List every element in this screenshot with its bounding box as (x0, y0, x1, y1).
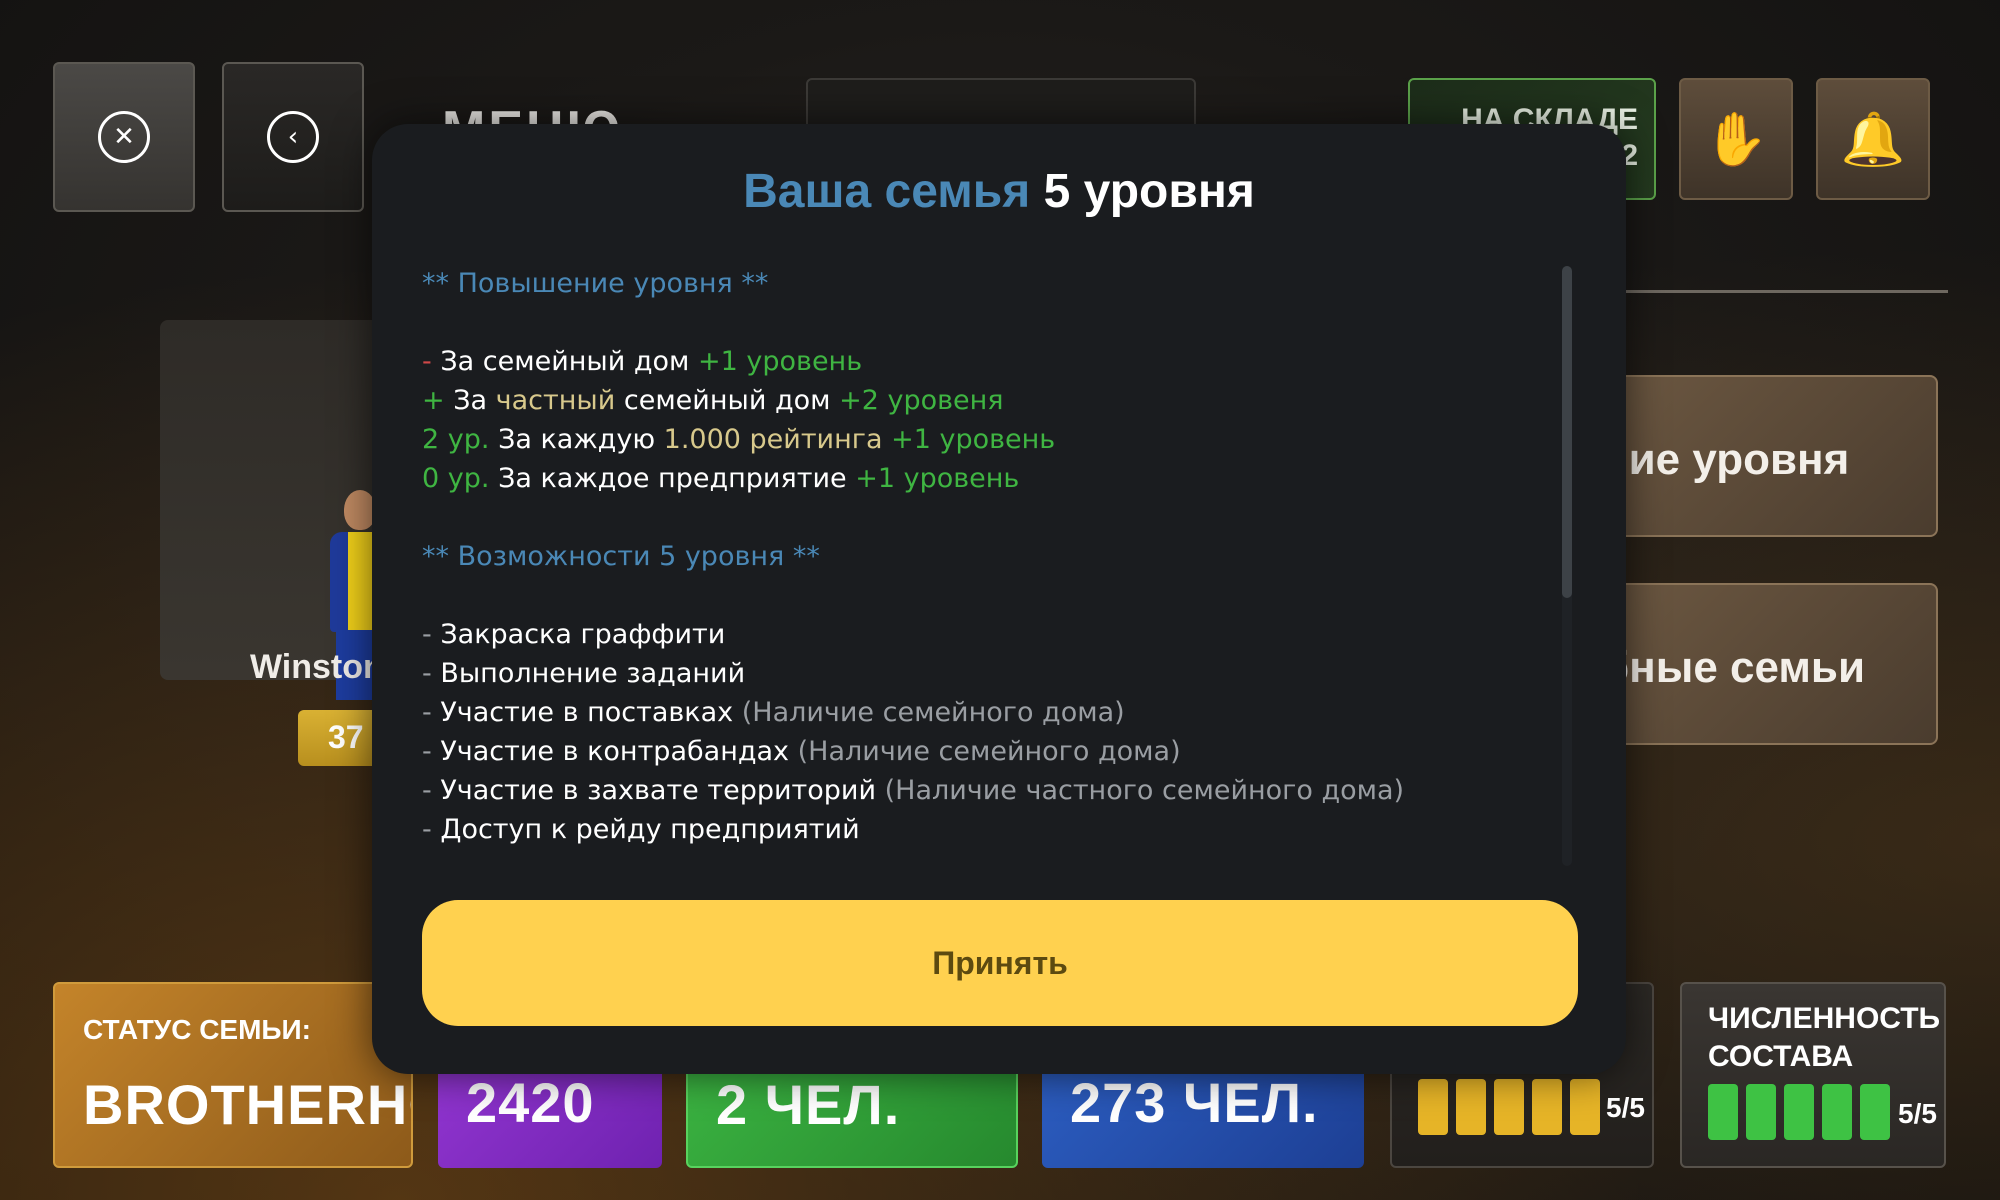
family-status-label: СТАТУС СЕМЬИ: (83, 1014, 312, 1045)
rating-value: 2420 (466, 1071, 595, 1134)
rule-prefix: 2 ур. (422, 424, 490, 455)
feature-dash: - (422, 736, 432, 767)
yellow-bar (1532, 1079, 1562, 1135)
back-button[interactable]: ‹ (222, 62, 364, 212)
rule-bonus: +1 уровень (891, 424, 1056, 455)
yellow-bar (1418, 1079, 1448, 1135)
feature-text: Доступ к рейду предприятий (440, 814, 860, 845)
feature-note: (Наличие семейного дома) (797, 736, 1181, 767)
accept-button[interactable]: Принять (422, 900, 1578, 1026)
rule-bonus: +1 уровень (698, 346, 863, 377)
feature-line: - Участие в контрабандах (Наличие семейн… (422, 732, 1552, 771)
rule-text: За каждую (498, 424, 656, 455)
modal-title-part2: 5 уровня (1043, 165, 1255, 218)
online-value: 2 ЧЕЛ. (716, 1073, 901, 1136)
feature-dash: - (422, 775, 432, 806)
yellow-bar (1494, 1079, 1524, 1135)
rule-line: 0 ур. За каждое предприятие +1 уровень (422, 459, 1552, 498)
divider (1620, 290, 1948, 293)
rule-bonus: +1 уровень (855, 463, 1020, 494)
team-bar (1708, 1084, 1738, 1140)
rule-line: - За семейный дом +1 уровень (422, 342, 1552, 381)
close-button[interactable]: ✕ (53, 62, 195, 212)
modal-scrollbar[interactable] (1562, 266, 1572, 866)
modal-title: Ваша семья 5 уровня (372, 164, 1626, 219)
notifications-button[interactable]: 🔔 (1816, 78, 1930, 200)
modal-body[interactable]: ** Повышение уровня ** - За семейный дом… (422, 264, 1552, 984)
feature-line: - Участие в захвате территорий (Наличие … (422, 771, 1552, 810)
rule-prefix: 0 ур. (422, 463, 490, 494)
feature-line: - Выполнение заданий (422, 654, 1552, 693)
feature-text: Участие в контрабандах (440, 736, 790, 767)
rule-text: За семейный дом (440, 346, 690, 377)
feature-line: - Участие в поставках (Наличие семейного… (422, 693, 1552, 732)
feature-dash: - (422, 619, 432, 650)
section-title-level-up: ** Повышение уровня ** (422, 268, 769, 299)
yellow-bars-count: 5/5 (1606, 1092, 1645, 1123)
yellow-bar (1570, 1079, 1600, 1135)
rule-prefix: - (422, 346, 432, 377)
team-bar (1784, 1084, 1814, 1140)
hand-card-button[interactable]: ✋ (1679, 78, 1793, 200)
bell-icon: 🔔 (1840, 109, 1906, 170)
team-bars (1708, 1084, 1890, 1140)
feature-note: (Наличие частного семейного дома) (884, 775, 1405, 806)
yellow-bar (1456, 1079, 1486, 1135)
rule-line: + За частный семейный дом +2 уровеня (422, 381, 1552, 420)
feature-line: - Доступ к рейду предприятий (422, 810, 1552, 849)
feature-text: Закраска граффити (440, 619, 726, 650)
level-up-button-label: ние уровня (1602, 435, 1850, 484)
feature-text: Выполнение заданий (440, 658, 746, 689)
hand-card-icon: ✋ (1703, 109, 1769, 170)
rule-highlight: 1.000 рейтинга (663, 424, 883, 455)
feature-line: - Закраска граффити (422, 615, 1552, 654)
team-bar (1822, 1084, 1852, 1140)
team-size-card: ЧИСЛЕННОСТЬ СОСТАВА 5/5 (1680, 982, 1946, 1168)
yellow-bars (1418, 1079, 1600, 1135)
team-size-label-line2: СОСТАВА (1708, 1040, 1854, 1073)
modal-title-part1: Ваша семья (743, 165, 1031, 218)
team-bar (1746, 1084, 1776, 1140)
feature-note: (Наличие семейного дома) (741, 697, 1125, 728)
close-icon: ✕ (98, 111, 150, 163)
feature-dash: - (422, 658, 432, 689)
rule-text: семейный дом (623, 385, 831, 416)
feature-dash: - (422, 814, 432, 845)
family-status-card: СТАТУС СЕМЬИ: BROTHERHOOD (53, 982, 413, 1168)
section-title-features: ** Возможности 5 уровня ** (422, 541, 820, 572)
family-status-value: BROTHERHOOD (83, 1073, 411, 1136)
team-bars-count: 5/5 (1898, 1098, 1937, 1129)
modal-scrollbar-thumb[interactable] (1562, 266, 1572, 598)
rule-text: За (453, 385, 488, 416)
feature-text: Участие в поставках (440, 697, 734, 728)
chevron-left-icon: ‹ (267, 111, 319, 163)
families-button-label: бные семьи (1602, 643, 1866, 692)
family-level-modal: Ваша семья 5 уровня ** Повышение уровня … (372, 124, 1626, 1074)
rule-text: За каждое предприятие (498, 463, 847, 494)
rule-line: 2 ур. За каждую 1.000 рейтинга +1 уровен… (422, 420, 1552, 459)
team-bar (1860, 1084, 1890, 1140)
feature-text: Участие в захвате территорий (440, 775, 877, 806)
team-size-label: ЧИСЛЕННОСТЬ СОСТАВА (1708, 1000, 1940, 1076)
rule-prefix: + (422, 385, 445, 416)
rule-highlight: частный (495, 385, 616, 416)
team-size-label-line1: ЧИСЛЕННОСТЬ (1708, 1002, 1941, 1035)
members-value: 273 ЧЕЛ. (1070, 1071, 1319, 1134)
feature-dash: - (422, 697, 432, 728)
rule-bonus: +2 уровеня (839, 385, 1004, 416)
